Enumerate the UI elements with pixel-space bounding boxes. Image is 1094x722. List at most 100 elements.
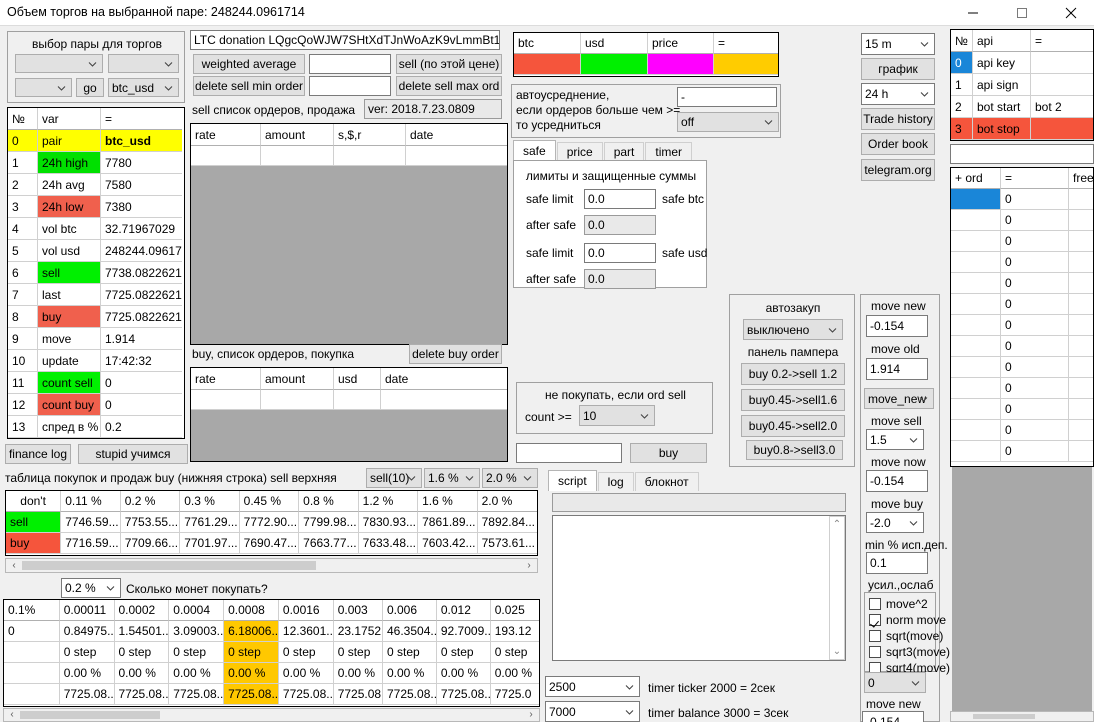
table-row[interactable]: 4 vol btc 32.71967029 (8, 218, 184, 240)
coins-row-step[interactable]: 0 step 0 step 0 step 0 step 0 step 0 step 0 st… (4, 642, 539, 663)
table-row[interactable]: 9 move 1.914 (8, 328, 184, 350)
weighted-average-button[interactable]: weighted average (193, 54, 305, 74)
buy-orders-table[interactable]: rate amount usd date (190, 367, 508, 462)
scroll-thumb[interactable] (22, 561, 316, 570)
pair-dropdown-2[interactable] (108, 54, 179, 73)
timeframe-dropdown-1[interactable]: 15 m (861, 33, 935, 55)
go-button[interactable]: go (76, 78, 104, 97)
pct2-dropdown[interactable]: 2.0 % (482, 468, 538, 488)
chart-button[interactable]: график (861, 58, 935, 80)
ord-cell-add[interactable] (951, 210, 1001, 231)
min-pct-input[interactable]: 0.1 (866, 552, 928, 574)
scroll-right-arrow[interactable]: › (522, 560, 536, 571)
pair-dropdown-3[interactable] (15, 78, 72, 97)
ord-cell-add[interactable] (951, 357, 1001, 378)
scroll-right-arrow[interactable]: › (524, 709, 538, 720)
tab-price[interactable]: price (556, 142, 603, 161)
tab-script[interactable]: script (548, 470, 597, 491)
autobuy-mode-dropdown[interactable]: выключено (743, 319, 843, 340)
buysell-hscroll[interactable]: ‹ › (5, 558, 538, 573)
table-row[interactable]: 0 (951, 420, 1093, 441)
delete-sell-min-input[interactable] (309, 76, 391, 96)
table-row[interactable]: 13 спред в % 0.2 (8, 416, 184, 438)
autoaverage-mode-dropdown[interactable]: off (677, 112, 779, 132)
stupid-button[interactable]: stupid учимся (78, 444, 188, 464)
pct1-dropdown[interactable]: 1.6 % (424, 468, 480, 488)
sell-count-dropdown[interactable]: sell(10) (366, 468, 422, 488)
ord-cell-add[interactable] (951, 315, 1001, 336)
checkbox-move-2[interactable] (869, 597, 881, 610)
order-book-button[interactable]: Order book (861, 133, 935, 155)
table-row[interactable]: 0 (951, 336, 1093, 357)
table-row[interactable]: 12 count buy 0 (8, 394, 184, 416)
table-row[interactable]: 0 (951, 315, 1093, 336)
ord-cell-add[interactable] (951, 441, 1001, 462)
safe-row-input-1[interactable]: 0.0 (584, 215, 656, 235)
minimize-button[interactable] (950, 0, 996, 25)
scroll-left-arrow[interactable]: ‹ (5, 709, 19, 720)
checkbox-sqrt3-move-[interactable] (869, 645, 881, 658)
table-row[interactable]: 11 count sell 0 (8, 372, 184, 394)
move-check-row-3[interactable]: sqrt3(move) (869, 644, 950, 659)
coins-hscroll[interactable]: ‹ › (3, 708, 540, 722)
table-row[interactable]: 0 (951, 231, 1093, 252)
table-row[interactable]: 2 bot start bot 2 (951, 96, 1093, 118)
ord-cell-add[interactable] (951, 273, 1001, 294)
table-row[interactable]: 3 24h low 7380 (8, 196, 184, 218)
pamper-button-2[interactable]: buy0.45->sell1.6 (741, 389, 845, 411)
move-check-row-0[interactable]: move^2 (869, 596, 935, 611)
safe-row-input-2[interactable]: 0.0 (584, 243, 656, 263)
table-row[interactable]: 0 (951, 294, 1093, 315)
checkbox-norm-move[interactable] (869, 613, 881, 626)
table-row[interactable]: 10 update 17:42:32 (8, 350, 184, 372)
delete-sell-max-button[interactable]: delete sell max ord (396, 76, 502, 96)
table-row[interactable]: 0 (951, 273, 1093, 294)
weighted-average-input[interactable] (309, 54, 391, 74)
tab-timer[interactable]: timer (645, 142, 693, 161)
api-value-input[interactable] (950, 144, 1094, 164)
table-row[interactable] (191, 146, 507, 166)
autoaverage-count-input[interactable]: - (677, 87, 777, 107)
ord-cell-add[interactable] (951, 189, 1001, 210)
ord-cell-add[interactable] (951, 231, 1001, 252)
move-new2-input[interactable]: -0.154 (862, 711, 924, 722)
table-row[interactable]: 0 (951, 357, 1093, 378)
table-row[interactable]: 6 sell 7738.08226215 (8, 262, 184, 284)
table-row[interactable]: 1 24h high 7780 (8, 152, 184, 174)
table-row[interactable] (191, 390, 507, 410)
safe-row-input-3[interactable]: 0.0 (584, 269, 656, 289)
move-check-row-2[interactable]: sqrt(move) (869, 628, 943, 643)
tab-блокнот[interactable]: блокнот (634, 472, 699, 491)
trade-history-button[interactable]: Trade history (861, 108, 935, 130)
finance-log-button[interactable]: finance log (5, 444, 71, 464)
safe-tabstrip[interactable]: safe price part timer (513, 140, 693, 161)
scroll-left-arrow[interactable]: ‹ (7, 560, 21, 571)
scroll-thumb[interactable] (973, 714, 1035, 719)
timeframe-dropdown-2[interactable]: 24 h (861, 83, 935, 105)
script-tabstrip[interactable]: script log блокнот (548, 470, 700, 491)
pamper-button-3b[interactable]: buy0.45->sell2.0 (741, 415, 845, 437)
table-row[interactable]: 2 24h avg 7580 (8, 174, 184, 196)
ord-cell-add[interactable] (951, 420, 1001, 441)
checkbox-sqrt-move-[interactable] (869, 629, 881, 642)
buysell-buy-row[interactable]: buy 7716.59... 7709.66... 7701.97... 7690.47… (6, 533, 537, 554)
scroll-thumb[interactable] (20, 711, 160, 719)
move-check-row-1[interactable]: norm move (869, 612, 946, 627)
tab-part[interactable]: part (603, 142, 645, 161)
table-row[interactable]: 5vol usd248244.0961714 (8, 240, 184, 262)
telegram-button[interactable]: telegram.org (861, 159, 935, 181)
ord-cell-add[interactable] (951, 336, 1001, 357)
table-row[interactable]: 1 api sign (951, 74, 1093, 96)
script-vscroll[interactable]: ⌃ ⌄ (829, 516, 845, 660)
table-row[interactable]: 3 bot stop (951, 118, 1093, 140)
script-command-input[interactable] (552, 493, 846, 512)
move-buy-dropdown[interactable]: -2.0 (866, 512, 924, 533)
scroll-down-arrow[interactable]: ⌄ (833, 646, 841, 657)
sell-by-price-button[interactable]: sell (по этой цене) (396, 54, 502, 74)
table-row[interactable]: 0 (951, 441, 1093, 462)
delete-sell-min-button[interactable]: delete sell min order (193, 76, 305, 96)
table-row[interactable]: 0 (951, 399, 1093, 420)
table-row[interactable]: 7 last 7725.08226215 (8, 284, 184, 306)
scroll-up-arrow[interactable]: ⌃ (833, 519, 841, 530)
ord-table[interactable]: + ord = free 0 0 0 0 0 0 0 0 0 0 0 0 0 (950, 167, 1094, 467)
